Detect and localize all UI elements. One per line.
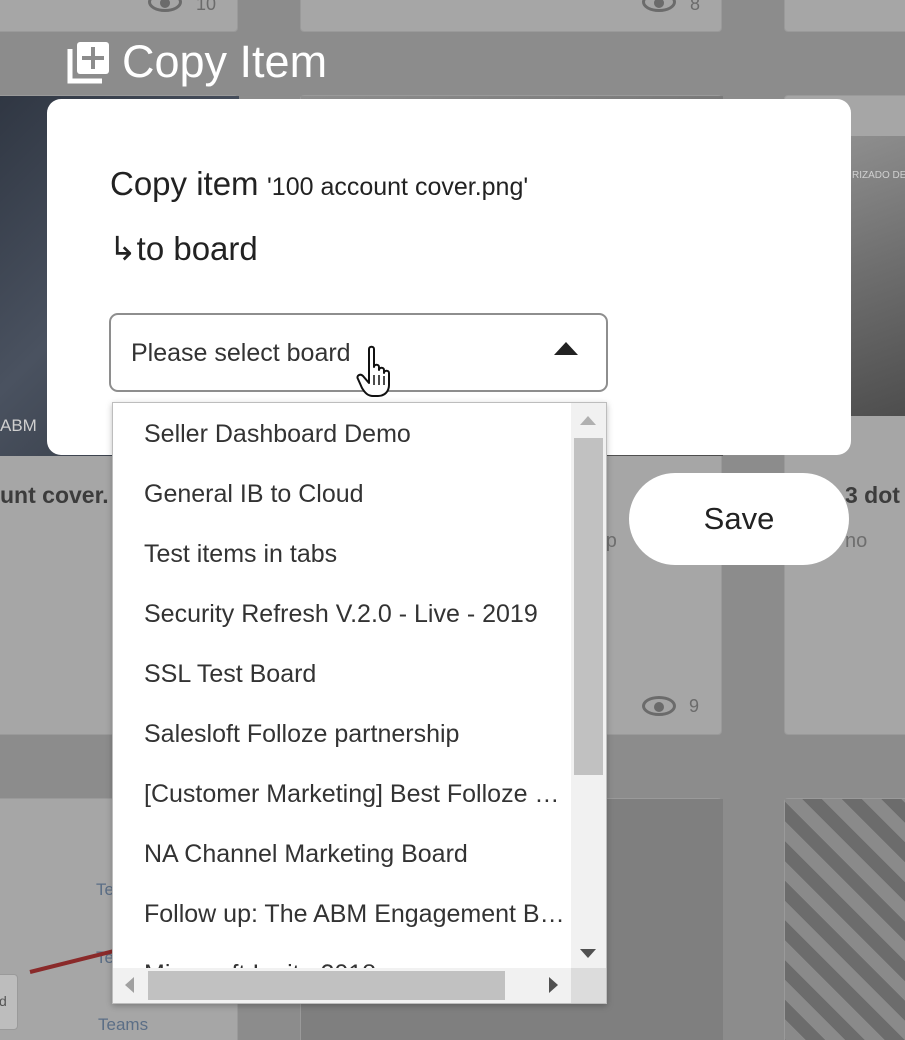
library-add-icon xyxy=(66,39,112,85)
card-title: 3 dot xyxy=(845,482,900,508)
board-option[interactable]: Microsoft Ignite 2018 xyxy=(144,944,572,970)
card-title: unt cover. xyxy=(0,482,109,508)
vertical-scrollbar[interactable] xyxy=(571,403,606,970)
board-option[interactable]: [Customer Marketing] Best Folloze Boards xyxy=(144,764,572,824)
view-count: 10 xyxy=(196,0,217,14)
board-option[interactable]: Security Refresh V.2.0 - Live - 2019 xyxy=(144,584,572,644)
board-select-placeholder: Please select board xyxy=(131,339,351,367)
board-dropdown-list[interactable]: Seller Dashboard Demo General IB to Clou… xyxy=(112,402,607,1004)
board-option[interactable]: Follow up: The ABM Engagement Bootcamp xyxy=(144,884,572,944)
caret-up-icon xyxy=(554,342,578,355)
hint-label: d xyxy=(0,993,7,1009)
hand-pointer-icon xyxy=(356,345,390,397)
return-arrow-icon: ↳ xyxy=(109,230,137,267)
card-thumbnail xyxy=(785,799,905,1040)
photo-caption: RIZADO DE C xyxy=(852,170,905,181)
board-option[interactable]: Test items in tabs xyxy=(144,524,572,584)
card-subtitle: no xyxy=(845,530,868,552)
board-options: Seller Dashboard Demo General IB to Clou… xyxy=(113,403,572,970)
board-option[interactable]: NA Channel Marketing Board xyxy=(144,824,572,884)
page-title: Copy Item xyxy=(122,36,328,87)
board-option[interactable]: SSL Test Board xyxy=(144,644,572,704)
board-card xyxy=(784,798,905,1040)
teams-dropdown: Teams xyxy=(98,1015,149,1034)
copy-item-line: Copy item '100 account cover.png' xyxy=(110,165,528,203)
eye-icon xyxy=(642,696,676,716)
abm-tag: ABM xyxy=(0,416,37,435)
copy-item-heading: Copy Item xyxy=(66,36,327,88)
view-count: 8 xyxy=(690,0,701,14)
copy-item-label: Copy item xyxy=(110,165,259,202)
scroll-left-arrow-icon[interactable] xyxy=(125,977,134,993)
view-count: 9 xyxy=(689,696,700,716)
board-option[interactable]: Seller Dashboard Demo xyxy=(144,404,572,464)
save-button[interactable]: Save xyxy=(629,473,849,565)
board-option[interactable]: General IB to Cloud xyxy=(144,464,572,524)
hint-box: d xyxy=(0,974,18,1030)
board-card xyxy=(784,0,905,32)
to-board-line: ↳to board xyxy=(109,229,258,268)
to-board-label: to board xyxy=(136,230,258,267)
board-option[interactable]: Salesloft Folloze partnership xyxy=(144,704,572,764)
vertical-scroll-thumb[interactable] xyxy=(574,438,603,775)
scrollbar-corner xyxy=(571,968,606,1003)
file-name: '100 account cover.png' xyxy=(267,173,529,201)
scroll-down-arrow-icon[interactable] xyxy=(580,949,596,958)
horizontal-scroll-thumb[interactable] xyxy=(148,971,505,1000)
horizontal-scrollbar[interactable] xyxy=(113,968,606,1003)
scroll-up-arrow-icon[interactable] xyxy=(580,416,596,425)
scroll-right-arrow-icon[interactable] xyxy=(549,977,558,993)
